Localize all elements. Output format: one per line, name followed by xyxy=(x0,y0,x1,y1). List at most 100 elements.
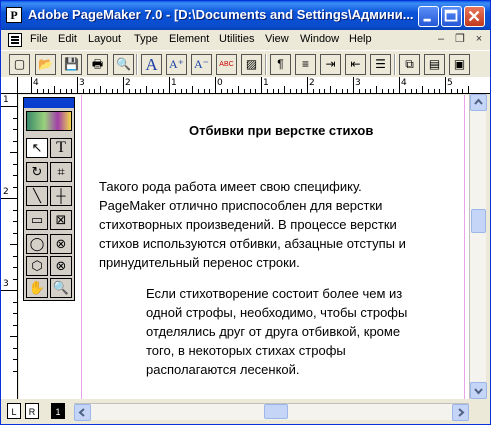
new-button[interactable]: ▢ xyxy=(9,54,30,75)
ruler-minor-tick xyxy=(341,89,343,93)
print-button[interactable]: 🖶 xyxy=(87,54,108,75)
document-menu-icon[interactable] xyxy=(8,33,22,47)
doc-restore-button[interactable]: ❐ xyxy=(453,33,467,47)
text-line: Если стихотворение состоит более чем из xyxy=(146,286,403,301)
spelling-button[interactable]: ABC xyxy=(216,54,237,75)
ruler-minor-tick xyxy=(358,89,360,93)
doc-minimize-button[interactable]: – xyxy=(434,33,448,47)
horizontal-ruler[interactable]: 4 3 2 1 0 1 2 3 4 5 xyxy=(1,77,490,94)
line-tool-button[interactable]: ╲ xyxy=(26,186,48,206)
outdent-icon: ⇤ xyxy=(350,57,361,71)
crop-tool-button[interactable]: ⌗ xyxy=(50,162,72,182)
align-icon: ≡ xyxy=(301,57,309,71)
toolbox-palette[interactable]: ↖ T ↻ ⌗ ╲ ┼ ▭ ⊠ ◯ ⊗ ⬡ ⊗ ✋ 🔍 xyxy=(23,97,75,301)
close-button[interactable] xyxy=(464,6,485,27)
ruler-minor-tick xyxy=(272,89,274,93)
ruler-origin[interactable] xyxy=(1,77,18,94)
menu-file[interactable]: File xyxy=(30,33,48,45)
title-bar[interactable]: P Adobe PageMaker 7.0 - [D:\Documents an… xyxy=(1,1,490,30)
paragraph-button[interactable]: ¶ xyxy=(270,54,291,75)
hand-tool-button[interactable]: ✋ xyxy=(26,278,48,298)
font-button[interactable]: A xyxy=(141,54,162,75)
toolbox-title-bar[interactable] xyxy=(24,98,74,108)
text-block-2[interactable]: Если стихотворение состоит более чем из … xyxy=(146,284,407,379)
font-larger-button[interactable]: A⁺ xyxy=(166,54,187,75)
ruler-minor-tick xyxy=(13,301,17,303)
ruler-minor-tick xyxy=(422,86,423,93)
ruler-minor-tick xyxy=(13,140,17,142)
horizontal-scrollbar[interactable] xyxy=(74,403,469,421)
right-master-page-icon[interactable]: R xyxy=(25,403,39,419)
page-1-icon[interactable]: 1 xyxy=(51,403,65,419)
maximize-icon xyxy=(444,9,458,22)
polygon-tool-button[interactable]: ⬡ xyxy=(26,256,48,276)
ruler-minor-tick xyxy=(404,89,406,93)
ruler-minor-tick xyxy=(364,89,366,93)
left-master-page-icon[interactable]: L xyxy=(7,403,21,419)
ruler-label: 2 xyxy=(3,187,9,197)
scroll-down-button[interactable] xyxy=(470,382,487,399)
scroll-left-button[interactable] xyxy=(74,404,91,421)
ellipse-frame-tool-button[interactable]: ⊗ xyxy=(50,234,72,254)
ruler-minor-tick xyxy=(238,86,239,93)
copy-icon: ⧉ xyxy=(405,57,414,71)
scroll-up-button[interactable] xyxy=(470,94,487,111)
ruler-label: 1 xyxy=(171,78,177,88)
ruler-minor-tick xyxy=(59,89,61,93)
ruler-major-tick xyxy=(1,290,17,291)
pointer-tool-button[interactable]: ↖ xyxy=(26,138,48,158)
ruler-minor-tick xyxy=(301,89,303,93)
more-button[interactable]: ▣ xyxy=(449,54,470,75)
outdent-button[interactable]: ⇤ xyxy=(345,54,366,75)
menu-type[interactable]: Type xyxy=(134,33,158,45)
ruler-minor-tick xyxy=(330,86,331,93)
zoom-tool-button[interactable]: 🔍 xyxy=(50,278,72,298)
menu-utilities[interactable]: Utilities xyxy=(219,33,254,45)
paste-button[interactable]: ▤ xyxy=(424,54,445,75)
document-page[interactable]: Отбивки при верстке стихов Такого рода р… xyxy=(19,95,469,399)
menu-view[interactable]: View xyxy=(265,33,289,45)
font-smaller-button[interactable]: A⁻ xyxy=(191,54,212,75)
save-button[interactable]: 💾 xyxy=(61,54,82,75)
constrained-line-tool-button[interactable]: ┼ xyxy=(50,186,72,206)
menu-layout[interactable]: Layout xyxy=(88,33,121,45)
ruler-minor-tick xyxy=(416,89,418,93)
minimize-button[interactable] xyxy=(418,6,439,27)
bullets-button[interactable]: ☰ xyxy=(370,54,391,75)
menu-help[interactable]: Help xyxy=(349,33,372,45)
menu-window[interactable]: Window xyxy=(300,33,339,45)
vertical-scrollbar[interactable] xyxy=(469,94,487,399)
ruler-minor-tick xyxy=(186,89,188,93)
bullets-icon: ☰ xyxy=(375,57,386,71)
text-tool-button[interactable]: T xyxy=(50,138,72,158)
menu-edit[interactable]: Edit xyxy=(58,33,77,45)
ruler-minor-tick xyxy=(370,89,372,93)
left-margin-guide xyxy=(81,95,82,399)
maximize-button[interactable] xyxy=(441,6,462,27)
rectangle-frame-tool-button[interactable]: ⊠ xyxy=(50,210,72,230)
rotate-tool-button[interactable]: ↻ xyxy=(26,162,48,182)
ruler-major-tick xyxy=(1,198,17,199)
pagemaker-app-icon[interactable]: P xyxy=(6,7,22,23)
vertical-scroll-thumb[interactable] xyxy=(471,209,486,233)
open-button[interactable]: 📂 xyxy=(35,54,56,75)
indent-button[interactable]: ⇥ xyxy=(320,54,341,75)
fill-button[interactable]: ▨ xyxy=(241,54,262,75)
page-heading[interactable]: Отбивки при верстке стихов xyxy=(189,123,373,138)
polygon-frame-tool-button[interactable]: ⊗ xyxy=(50,256,72,276)
copy-button[interactable]: ⧉ xyxy=(399,54,420,75)
text-line: принудительный перенос строки. xyxy=(99,255,300,270)
ruler-minor-tick xyxy=(88,89,90,93)
scroll-right-button[interactable] xyxy=(452,404,469,421)
find-button[interactable]: 🔍 xyxy=(113,54,134,75)
horizontal-scroll-thumb[interactable] xyxy=(264,404,288,419)
vertical-ruler[interactable]: 1 2 3 xyxy=(1,94,18,399)
menu-element[interactable]: Element xyxy=(169,33,209,45)
text-block-1[interactable]: Такого рода работа имеет свою специфику.… xyxy=(99,177,406,272)
rectangle-tool-button[interactable]: ▭ xyxy=(26,210,48,230)
ruler-label: 0 xyxy=(217,78,223,88)
ellipse-tool-button[interactable]: ◯ xyxy=(26,234,48,254)
doc-close-button[interactable]: × xyxy=(472,33,486,47)
ruler-major-tick xyxy=(123,77,124,93)
align-button[interactable]: ≡ xyxy=(295,54,316,75)
